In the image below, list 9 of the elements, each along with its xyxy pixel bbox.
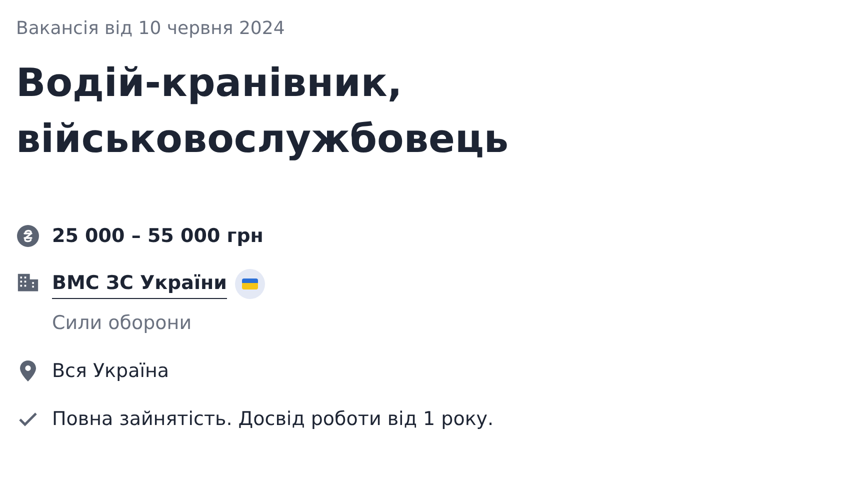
- salary-range: 25 000 – 55 000 грн: [52, 224, 264, 249]
- location-text: Вся Україна: [52, 359, 170, 384]
- employment-details: Повна зайнятість. Досвід роботи від 1 року.: [52, 407, 494, 432]
- job-title: Водій-кранівник, військовослужбовець: [16, 60, 510, 164]
- building-icon: [16, 272, 40, 294]
- hryvnia-icon: [16, 224, 40, 248]
- company-category: Сили оборони: [52, 311, 193, 336]
- company-link[interactable]: ВМС ЗС України: [52, 268, 227, 299]
- posting-date: Вакансія від 10 червня 2024: [16, 17, 286, 41]
